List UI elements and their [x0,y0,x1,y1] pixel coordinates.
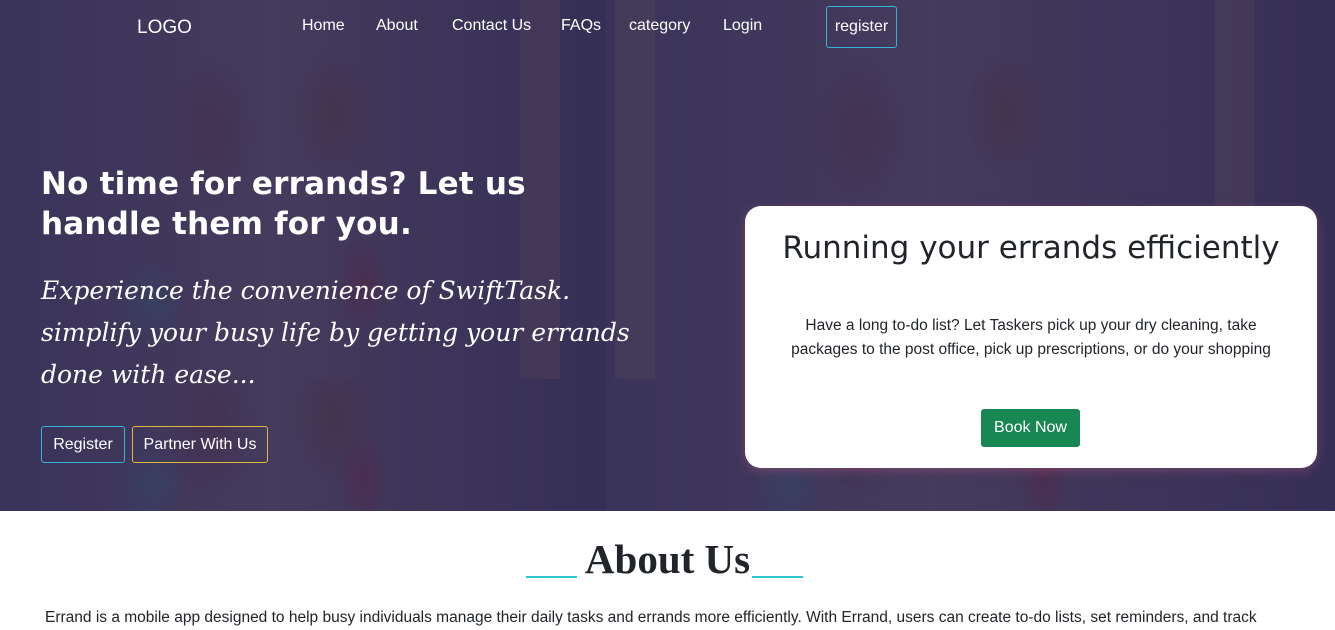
book-now-button[interactable]: Book Now [981,409,1080,447]
card-description: Have a long to-do list? Let Taskers pick… [791,317,1271,358]
hero-register-button[interactable]: Register [41,426,125,463]
about-description: Errand is a mobile app designed to help … [45,609,1257,626]
about-title: About Us [584,536,751,582]
hero-headline: No time for errands? Let us handle them … [41,166,526,242]
nav-link-login[interactable]: Login [723,17,762,35]
top-navbar: LOGO Home About Contact Us FAQs category… [0,0,1335,56]
nav-link-category[interactable]: category [629,17,690,35]
errands-card: Running your errands efficiently Have a … [745,206,1317,468]
hero-section: LOGO Home About Contact Us FAQs category… [0,0,1335,511]
nav-link-contact-us[interactable]: Contact Us [452,17,531,35]
hero-subline: Experience the convenience of SwiftTask.… [41,276,630,389]
nav-link-about[interactable]: About [376,17,418,35]
about-title-underline-right [752,576,803,578]
card-title: Running your errands efficiently [782,230,1280,266]
nav-link-home[interactable]: Home [302,17,345,35]
nav-link-faqs[interactable]: FAQs [561,17,601,35]
logo[interactable]: LOGO [137,17,192,39]
nav-register-button[interactable]: register [826,6,897,48]
partner-with-us-button[interactable]: Partner With Us [132,426,268,463]
